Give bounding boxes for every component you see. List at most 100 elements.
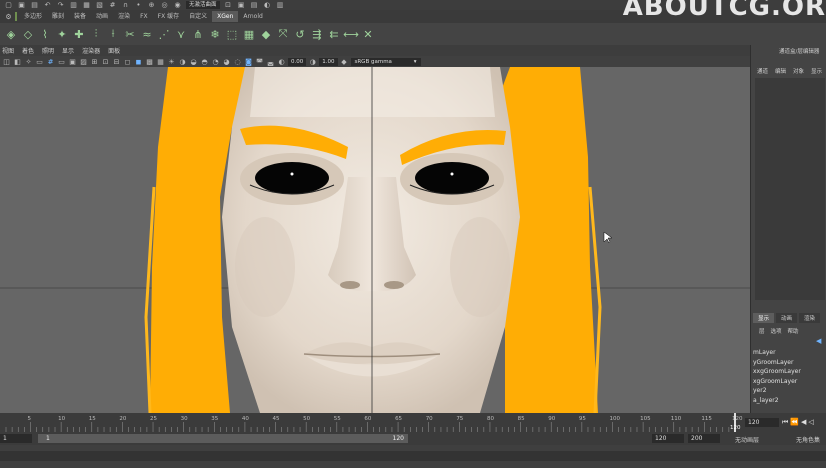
noise-icon[interactable]: ⋰ (157, 27, 171, 41)
layer-item[interactable]: yGroomLayer (751, 358, 826, 368)
step-back-key-icon[interactable]: ⏪ (790, 418, 799, 427)
channel-box-content[interactable] (755, 78, 825, 300)
grab-icon[interactable]: ⤧ (276, 27, 290, 41)
comb-icon[interactable]: ⫶ (89, 27, 103, 41)
density-icon[interactable]: ▦ (242, 27, 256, 41)
layer-item[interactable]: xgGroomLayer (751, 377, 826, 387)
anim-end-field[interactable]: 200 (688, 434, 720, 443)
length-icon[interactable]: ⟊ (106, 27, 120, 41)
isolate-select-icon[interactable]: ◌ (233, 57, 242, 66)
channel-box-menu-item[interactable]: 通道 (757, 67, 768, 75)
safe-title-icon[interactable]: ⊟ (112, 57, 121, 66)
shelf-tab-fx[interactable]: FX (135, 11, 153, 22)
bookmark-icon[interactable]: ✧ (24, 57, 33, 66)
image-plane-icon[interactable]: ▭ (35, 57, 44, 66)
film-gate-icon[interactable]: ▭ (57, 57, 66, 66)
shelf-tab-动画[interactable]: 动画 (91, 11, 113, 22)
shelf-tab-渲染[interactable]: 渲染 (113, 11, 135, 22)
shelf-tab-雕刻[interactable]: 雕刻 (47, 11, 69, 22)
shelf-tab-多边形[interactable]: 多边形 (19, 11, 47, 22)
anim-layer-select[interactable]: 无动画层 (735, 435, 759, 444)
clump-icon[interactable]: ⋎ (174, 27, 188, 41)
xray-icon[interactable]: ◙ (244, 57, 253, 66)
new-scene-icon[interactable]: ▢ (4, 1, 13, 10)
snap-view-icon[interactable]: ⊕ (147, 1, 156, 10)
render-settings-icon[interactable]: ▤ (250, 1, 259, 10)
safe-action-icon[interactable]: ⊡ (101, 57, 110, 66)
render-view-icon[interactable]: ▣ (237, 1, 246, 10)
xray-active-icon[interactable]: ◛ (266, 57, 275, 66)
exposure-field[interactable]: 0.00 (288, 57, 307, 66)
xgen-editor-icon[interactable]: ◈ (4, 27, 18, 41)
time-slider[interactable]: 5 10 15 20 25 30 35 40 45 50 55 60 65 70 75 80 85 90 95 100… (0, 413, 826, 432)
save-scene-icon[interactable]: ▤ (30, 1, 39, 10)
layer-item[interactable]: a_layer2 (751, 396, 826, 406)
add-icon[interactable]: ✚ (72, 27, 86, 41)
smooth-shade-icon[interactable]: ◼ (134, 57, 143, 66)
place-icon[interactable]: ✦ (55, 27, 69, 41)
multisample-icon[interactable]: ◔ (211, 57, 220, 66)
undo-icon[interactable]: ↶ (43, 1, 52, 10)
hypershade-icon[interactable]: ◐ (263, 1, 272, 10)
layer-item[interactable]: yer2 (751, 386, 826, 396)
step-back-frame-icon[interactable]: ◀ (801, 418, 806, 427)
go-to-start-icon[interactable]: ⏮ (782, 418, 788, 427)
start-frame-field[interactable]: 1 (0, 434, 32, 443)
motion-blur-icon[interactable]: ◓ (200, 57, 209, 66)
select-hierarchy-icon[interactable]: ▥ (69, 1, 78, 10)
sidebar-toggle-icon[interactable]: ▥ (276, 1, 285, 10)
panel-menu-item[interactable]: 显示 (62, 46, 74, 55)
range-end-field[interactable]: 120 (652, 434, 684, 443)
panel-menu-item[interactable]: 面板 (108, 46, 120, 55)
cut-icon[interactable]: ✂ (123, 27, 137, 41)
current-frame-field[interactable]: 120 (745, 418, 779, 427)
shelf-tab-arnold[interactable]: Arnold (238, 11, 267, 22)
wireframe-icon[interactable]: ◻ (123, 57, 132, 66)
interactive-groom-icon[interactable]: ◇ (21, 27, 35, 41)
repel-icon[interactable]: ⇇ (327, 27, 341, 41)
sculpt-icon[interactable]: ◆ (259, 27, 273, 41)
layer-menu-item[interactable]: 选项 (771, 327, 782, 335)
color-management-icon[interactable]: ◆ (340, 57, 349, 66)
ipr-render-icon[interactable]: ◉ (173, 1, 182, 10)
textured-icon[interactable]: ▦ (156, 57, 165, 66)
snap-point-icon[interactable]: • (134, 1, 143, 10)
open-scene-icon[interactable]: ▣ (17, 1, 26, 10)
redo-icon[interactable]: ↷ (56, 1, 65, 10)
layer-item[interactable]: mLayer (751, 348, 826, 358)
layer-menu-item[interactable]: 帮助 (788, 327, 799, 335)
layer-item[interactable]: xxgGroomLayer (751, 367, 826, 377)
channel-box-menu-item[interactable]: 显示 (811, 67, 822, 75)
gamma-icon[interactable]: ◑ (308, 57, 317, 66)
color-space-select[interactable]: sRGB gamma ▾ (350, 57, 421, 66)
shelf-tab-自定义[interactable]: 自定义 (184, 11, 212, 22)
panel-menu-item[interactable]: 视图 (2, 46, 14, 55)
select-component-icon[interactable]: ▧ (95, 1, 104, 10)
play-back-icon[interactable]: ◁ (808, 418, 813, 427)
ambient-occlusion-icon[interactable]: ◒ (189, 57, 198, 66)
width-icon[interactable]: ⟷ (343, 27, 359, 41)
workspace-label[interactable]: 无激活曲面 (186, 1, 220, 9)
render-icon[interactable]: ◎ (160, 1, 169, 10)
depth-of-field-icon[interactable]: ◕ (222, 57, 231, 66)
gamma-field[interactable]: 1.00 (319, 57, 338, 66)
range-slider[interactable]: 1 120 (38, 434, 408, 443)
camera-attributes-icon[interactable]: ◧ (13, 57, 22, 66)
select-icon[interactable]: ⬚ (225, 27, 239, 41)
shelf-menu-icon[interactable]: ⚙ (4, 12, 13, 21)
shelf-tab-xgen[interactable]: XGen (212, 11, 239, 22)
panel-menu-item[interactable]: 着色 (22, 46, 34, 55)
exposure-icon[interactable]: ◐ (277, 57, 286, 66)
live-surface-icon[interactable]: ⊡ (224, 1, 233, 10)
command-input[interactable] (0, 451, 826, 461)
layer-menu-item[interactable]: 层 (759, 327, 765, 335)
channel-box-menu-item[interactable]: 对象 (793, 67, 804, 75)
snap-curve-icon[interactable]: ∩ (121, 1, 130, 10)
lights-icon[interactable]: ☀ (167, 57, 176, 66)
select-camera-icon[interactable]: ◫ (2, 57, 11, 66)
layer-tab[interactable]: 渲染 (799, 313, 821, 323)
layer-tab[interactable]: 显示 (753, 313, 775, 323)
wireframe-on-shaded-icon[interactable]: ▩ (145, 57, 154, 66)
command-line[interactable] (0, 445, 826, 468)
layer-add-icon[interactable]: ◀ (816, 337, 821, 345)
